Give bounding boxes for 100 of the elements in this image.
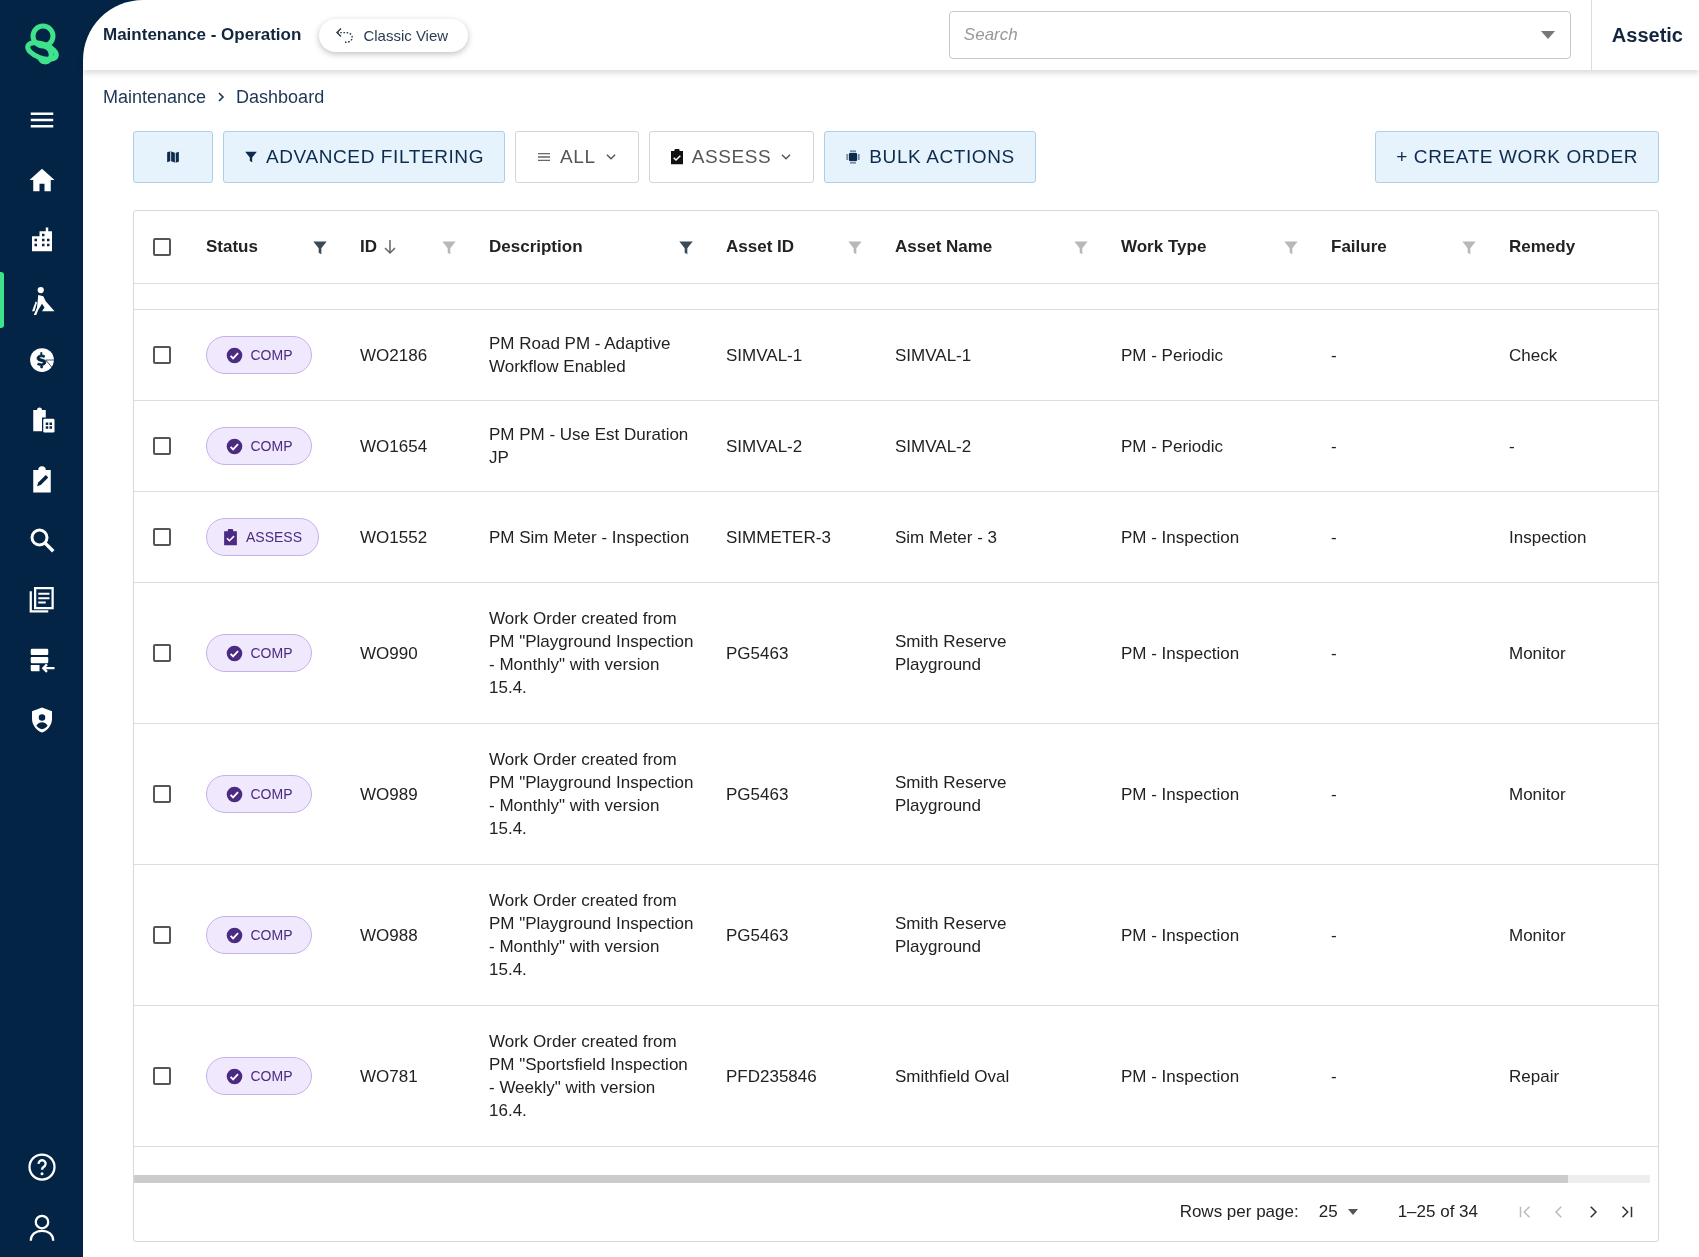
table-cell-text: Smithfield Oval	[894, 1065, 1011, 1088]
table-cell-text: PM - Inspection	[1120, 924, 1241, 947]
table-cell-text: -	[1330, 526, 1338, 549]
row-checkbox[interactable]	[153, 528, 171, 546]
column-header[interactable]: Asset ID	[726, 237, 795, 257]
table-cell-text: Repair	[1508, 1065, 1561, 1088]
row-checkbox[interactable]	[153, 1067, 171, 1085]
status-badge: COMP	[206, 1057, 312, 1095]
select-all-checkbox[interactable]	[153, 238, 171, 256]
column-header[interactable]: ID	[360, 237, 377, 257]
map-button[interactable]	[133, 131, 213, 183]
table-cell-text: -	[1330, 924, 1338, 947]
rows-per-page-label: Rows per page:	[1179, 1202, 1299, 1222]
table-cell-text: PM - Inspection	[1120, 526, 1241, 549]
table-cell-text: -	[1330, 344, 1338, 367]
bulk-actions-button[interactable]: BULK ACTIONS	[824, 131, 1036, 183]
page-title: Maintenance - Operation	[103, 25, 302, 45]
dropdown-button[interactable]: ASSESS	[648, 131, 815, 183]
rows-per-page-select[interactable]: 25	[1318, 1202, 1358, 1222]
table-cell-text: PM - Inspection	[1120, 1065, 1241, 1088]
table-cell-text: PM Road PM - Adaptive Workflow Enabled	[488, 333, 672, 378]
table-cell-text: WO1654	[359, 435, 429, 458]
table-cell-text: PM Sim Meter - Inspection	[488, 526, 691, 549]
table-cell-text: -	[1330, 642, 1338, 665]
check-circle-icon	[225, 644, 243, 662]
undo-icon	[335, 27, 356, 43]
row-checkbox[interactable]	[153, 346, 171, 364]
chip-icon	[845, 149, 862, 165]
table-cell-text: PM - Inspection	[1120, 642, 1241, 665]
table-cell-text: Smith Reserve Playground	[894, 913, 1008, 958]
table-cell-text: SIMVAL-2	[894, 435, 973, 458]
breadcrumb-link[interactable]: Maintenance	[103, 86, 207, 108]
help-icon	[26, 1152, 57, 1182]
clipboard-check-icon	[223, 528, 238, 546]
table-cell-text: PM - Periodic	[1120, 435, 1225, 458]
arrow-down-icon[interactable]	[383, 239, 397, 255]
table-cell-text: -	[1508, 435, 1516, 458]
check-circle-icon	[225, 1067, 243, 1085]
table-cell-text: Work Order created from PM "Playground Inspection - Monthly" with version 15.4.	[488, 890, 695, 981]
table-cell-text: WO1552	[359, 526, 429, 549]
column-header[interactable]: Work Type	[1121, 237, 1207, 257]
dropdown-button[interactable]: ALL	[515, 131, 639, 183]
row-checkbox[interactable]	[153, 437, 171, 455]
table-cell-text: SIMMETER-3	[725, 526, 832, 549]
table-cell-text: Sim Meter - 3	[894, 526, 999, 549]
check-circle-icon	[225, 437, 243, 455]
chevron-right-icon	[216, 91, 227, 103]
map-icon	[166, 150, 180, 164]
classic-view-button[interactable]: Classic View	[319, 18, 469, 52]
check-circle-icon	[225, 346, 243, 364]
column-header[interactable]: Remedy	[1509, 237, 1576, 257]
brand-name: Assetic	[1590, 0, 1699, 70]
page-range: 1–25 of 34	[1397, 1202, 1478, 1222]
row-checkbox[interactable]	[153, 785, 171, 803]
table-cell-text: Monitor	[1508, 924, 1567, 947]
breadcrumb-link[interactable]: Dashboard	[236, 86, 325, 108]
table-cell-text: Monitor	[1508, 783, 1567, 806]
table-cell-text: PM PM - Use Est Duration JP	[488, 424, 690, 469]
table-cell-text: Smith Reserve Playground	[894, 631, 1008, 676]
table-cell-text: PFD235846	[725, 1065, 818, 1088]
table-cell-text: Monitor	[1508, 642, 1567, 665]
row-checkbox[interactable]	[153, 644, 171, 662]
check-circle-icon	[225, 785, 243, 803]
create-work-order-button[interactable]: + CREATE WORK ORDER	[1375, 131, 1659, 183]
table-cell-text: SIMVAL-2	[725, 435, 804, 458]
status-badge: COMP	[206, 336, 312, 374]
table-cell-text: Check	[1508, 344, 1559, 367]
clipboard-check-icon	[669, 149, 684, 165]
table-cell-text: WO988	[359, 924, 419, 947]
table-cell-text: PM - Periodic	[1120, 344, 1225, 367]
table-cell-text: Inspection	[1508, 526, 1588, 549]
table-cell-text: -	[1330, 1065, 1338, 1088]
status-badge: COMP	[206, 427, 312, 465]
dropdown-arrow-icon	[1347, 1209, 1358, 1215]
table-cell-text: SIMVAL-1	[894, 344, 973, 367]
table-cell-text: SIMVAL-1	[725, 344, 804, 367]
horizontal-scrollbar[interactable]	[134, 1175, 1650, 1183]
status-badge: COMP	[206, 634, 312, 672]
table-cell-text: -	[1330, 783, 1338, 806]
filter-icon	[244, 150, 258, 164]
table-cell-text: PG5463	[725, 783, 790, 806]
table-cell-text: WO2186	[359, 344, 429, 367]
row-checkbox[interactable]	[153, 926, 171, 944]
table-cell-text: -	[1330, 435, 1338, 458]
table-cell-text: Work Order created from PM "Playground Inspection - Monthly" with version 15.4.	[488, 749, 695, 840]
column-header[interactable]: Asset Name	[895, 237, 993, 257]
filter-button[interactable]: ADVANCED FILTERING	[223, 131, 506, 183]
status-badge: COMP	[206, 916, 312, 954]
search-field[interactable]: Search	[948, 11, 1571, 59]
table-cell-text: PM - Inspection	[1120, 783, 1241, 806]
table-cell-text: WO990	[359, 642, 419, 665]
column-header[interactable]: Failure	[1331, 237, 1387, 257]
table-cell-text: PG5463	[725, 924, 790, 947]
table-cell-text: PG5463	[725, 642, 790, 665]
table-cell-text: Work Order created from PM "Playground Inspection - Monthly" with version 15.4.	[488, 608, 695, 699]
table-cell-text: WO989	[359, 783, 419, 806]
status-badge: ASSESS	[206, 518, 320, 556]
column-header[interactable]: Status	[206, 237, 258, 257]
column-header[interactable]: Description	[489, 237, 583, 257]
table-cell-text: Smith Reserve Playground	[894, 772, 1008, 817]
